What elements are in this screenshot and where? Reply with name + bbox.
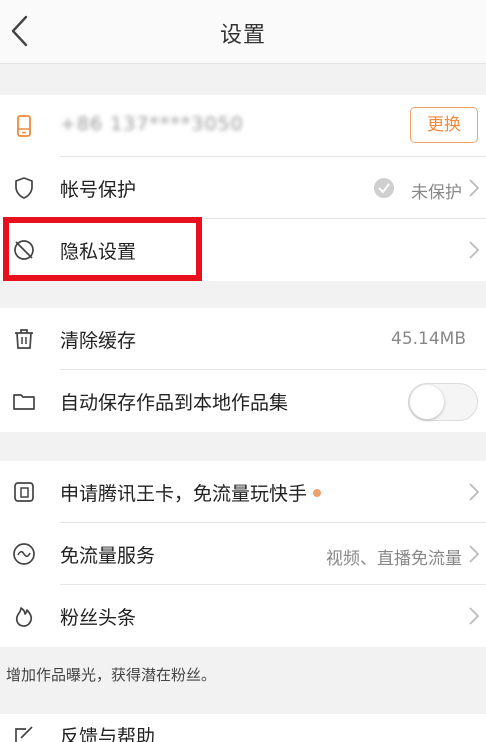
protect-status: 未保护 xyxy=(411,183,462,203)
services-section: 申请腾讯王卡，免流量玩快手 免流量服务 视频、直播免流量 粉丝头条 xyxy=(0,461,486,647)
account-protect-label: 帐号保护 xyxy=(60,179,137,201)
wangka-row[interactable]: 申请腾讯王卡，免流量玩快手 xyxy=(0,461,486,523)
wave-icon xyxy=(13,543,35,565)
chevron-right-icon xyxy=(469,545,480,563)
feedback-row[interactable]: 反馈与帮助 xyxy=(0,714,486,742)
shield-icon xyxy=(15,177,33,199)
change-phone-button[interactable]: 更换 xyxy=(410,107,478,143)
new-dot-badge xyxy=(313,488,322,497)
highlight-box xyxy=(3,217,202,281)
free-flow-value: 视频、直播免流量 xyxy=(326,549,462,569)
flame-icon xyxy=(15,607,33,627)
feedback-section: 反馈与帮助 xyxy=(0,714,486,742)
free-flow-row[interactable]: 免流量服务 视频、直播免流量 xyxy=(0,523,486,585)
edit-icon xyxy=(15,726,33,742)
auto-save-row: 自动保存作品到本地作品集 xyxy=(0,370,486,432)
trash-icon xyxy=(15,329,33,349)
account-protect-row[interactable]: 帐号保护 未保护 xyxy=(0,157,486,219)
clear-cache-label: 清除缓存 xyxy=(60,330,137,352)
phone-number: +86 137****3050 xyxy=(60,113,244,135)
free-flow-label: 免流量服务 xyxy=(60,545,156,567)
fans-headline-row[interactable]: 粉丝头条 xyxy=(0,585,486,647)
sim-card-icon xyxy=(14,482,34,502)
feedback-label: 反馈与帮助 xyxy=(60,726,156,742)
clear-cache-row[interactable]: 清除缓存 45.14MB xyxy=(0,308,486,370)
auto-save-label: 自动保存作品到本地作品集 xyxy=(60,392,289,414)
phone-icon xyxy=(17,115,31,137)
wangka-label: 申请腾讯王卡，免流量玩快手 xyxy=(60,479,322,506)
folder-icon xyxy=(13,394,35,410)
toggle-knob xyxy=(410,385,444,419)
page-title: 设置 xyxy=(219,23,266,48)
nav-bar: 设置 xyxy=(0,0,486,64)
check-circle-icon xyxy=(374,178,394,198)
phone-row: +86 137****3050 更换 xyxy=(0,95,486,157)
chevron-right-icon xyxy=(469,241,480,259)
auto-save-toggle[interactable] xyxy=(408,383,478,421)
cache-size: 45.14MB xyxy=(391,329,466,349)
fans-headline-note: 增加作品曝光，获得潜在粉丝。 xyxy=(6,666,217,684)
chevron-right-icon xyxy=(469,483,480,501)
fans-headline-label: 粉丝头条 xyxy=(60,607,137,629)
chevron-right-icon xyxy=(469,179,480,197)
storage-section: 清除缓存 45.14MB 自动保存作品到本地作品集 xyxy=(0,308,486,432)
wangka-text: 申请腾讯王卡，免流量玩快手 xyxy=(60,483,308,505)
chevron-right-icon xyxy=(469,607,480,625)
